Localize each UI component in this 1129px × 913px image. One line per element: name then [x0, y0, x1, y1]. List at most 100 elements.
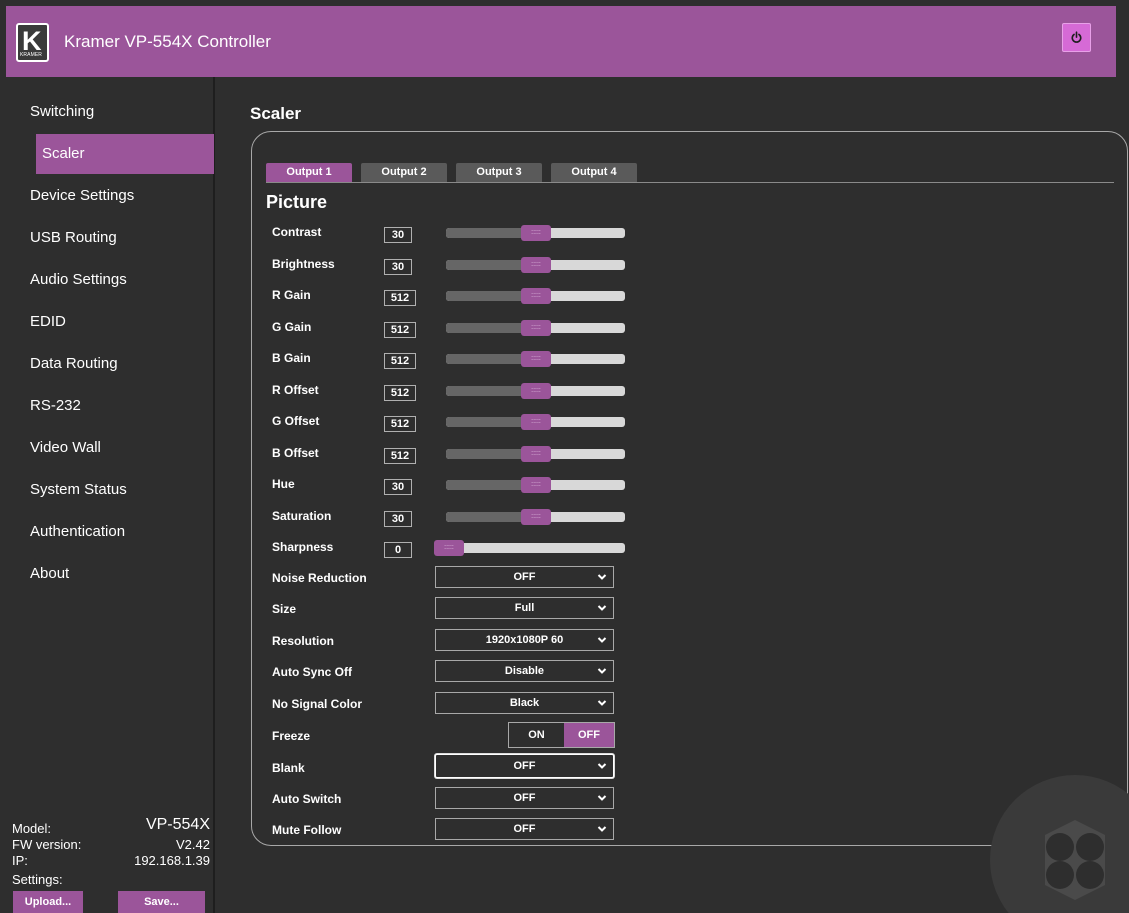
noise-reduction-select[interactable]: OFF — [435, 566, 614, 588]
size-value: Full — [514, 602, 535, 614]
size-select[interactable]: Full — [435, 597, 614, 619]
sidebar-item-scaler[interactable]: Scaler — [36, 134, 214, 174]
ip-label: IP: — [12, 853, 28, 868]
gamepad-watermark-icon — [990, 775, 1129, 913]
r-gain-slider[interactable]: ::::: — [446, 288, 625, 304]
r-offset-slider[interactable]: ::::: — [446, 382, 625, 399]
r-offset-slider-thumb[interactable]: ::::: — [521, 382, 551, 399]
r-gain-label: R Gain — [272, 288, 311, 302]
brightness-slider[interactable]: ::::: — [446, 256, 625, 273]
r-gain-slider-thumb[interactable]: ::::: — [521, 288, 551, 304]
g-offset-slider[interactable]: ::::: — [446, 414, 625, 430]
size-label: Size — [272, 602, 297, 616]
brightness-slider-thumb[interactable]: ::::: — [521, 256, 551, 273]
mute-follow-label: Mute Follow — [272, 823, 342, 837]
sidebar-item-label: Authentication — [30, 523, 126, 540]
tab-output-4[interactable]: Output 4 — [551, 163, 637, 182]
hue-value-input[interactable]: 30 — [384, 479, 412, 495]
no-signal-color-select[interactable]: Black — [435, 692, 614, 714]
hue-slider-thumb[interactable]: ::::: — [521, 477, 551, 493]
chevron-down-icon — [597, 605, 607, 611]
b-offset-slider-thumb[interactable]: ::::: — [521, 445, 551, 462]
resolution-select[interactable]: 1920x1080P 60 — [435, 629, 614, 651]
g-offset-value-input[interactable]: 512 — [384, 416, 416, 432]
contrast-label: Contrast — [272, 225, 322, 239]
sidebar-item-label: EDID — [30, 313, 66, 330]
b-offset-label: B Offset — [272, 445, 319, 460]
app-title: Kramer VP-554X Controller — [64, 32, 271, 51]
chevron-down-icon — [597, 574, 607, 580]
sidebar-item-audio-settings[interactable]: Audio Settings — [30, 260, 208, 300]
hue-label: Hue — [272, 477, 295, 491]
no-signal-color-label: No Signal Color — [272, 697, 362, 711]
sidebar-item-label: Scaler — [42, 145, 85, 162]
sidebar-item-usb-routing[interactable]: USB Routing — [30, 218, 208, 258]
contrast-value-input[interactable]: 30 — [384, 227, 412, 243]
sidebar-item-edid[interactable]: EDID — [30, 302, 208, 342]
g-gain-slider[interactable]: ::::: — [446, 319, 625, 336]
tab-output-3[interactable]: Output 3 — [456, 163, 542, 182]
sidebar-item-label: Device Settings — [30, 187, 135, 204]
sidebar-item-rs-232[interactable]: RS-232 — [30, 386, 208, 426]
b-gain-slider[interactable]: ::::: — [446, 351, 625, 367]
chevron-down-icon — [597, 668, 607, 674]
b-gain-slider-thumb[interactable]: ::::: — [521, 351, 551, 367]
saturation-slider-thumb[interactable]: ::::: — [521, 508, 551, 525]
sharpness-value-input[interactable]: 0 — [384, 542, 412, 558]
contrast-slider-thumb[interactable]: ::::: — [521, 225, 551, 241]
g-offset-slider-thumb[interactable]: ::::: — [521, 414, 551, 430]
blank-select[interactable]: OFF — [435, 754, 614, 778]
auto-switch-select[interactable]: OFF — [435, 787, 614, 809]
sharpness-slider[interactable]: ::::: — [434, 540, 625, 556]
tab-output-2[interactable]: Output 2 — [361, 163, 447, 182]
auto-sync-off-value: Disable — [504, 665, 545, 677]
auto-sync-off-select[interactable]: Disable — [435, 660, 614, 682]
r-offset-label: R Offset — [272, 382, 319, 397]
brightness-value-input[interactable]: 30 — [384, 258, 412, 275]
g-offset-label: G Offset — [272, 414, 320, 428]
sidebar-item-system-status[interactable]: System Status — [30, 470, 208, 510]
b-offset-value-input[interactable]: 512 — [384, 447, 416, 464]
saturation-slider[interactable]: ::::: — [446, 508, 625, 525]
sidebar-item-video-wall[interactable]: Video Wall — [30, 428, 208, 468]
sidebar-item-data-routing[interactable]: Data Routing — [30, 344, 208, 384]
blank-label: Blank — [272, 761, 305, 775]
resolution-value: 1920x1080P 60 — [485, 634, 564, 646]
mute-follow-select[interactable]: OFF — [435, 818, 614, 840]
freeze-label: Freeze — [272, 729, 311, 743]
b-gain-value-input[interactable]: 512 — [384, 353, 416, 369]
freeze-on-button[interactable]: ON — [509, 723, 564, 747]
freeze-off-button[interactable]: OFF — [564, 723, 614, 747]
page-title: Scaler — [250, 104, 302, 123]
no-signal-color-value: Black — [509, 697, 540, 709]
sharpness-slider-thumb[interactable]: ::::: — [434, 540, 464, 556]
power-button[interactable] — [1062, 23, 1091, 52]
g-gain-slider-thumb[interactable]: ::::: — [521, 319, 551, 336]
auto-sync-off-label: Auto Sync Off — [272, 665, 352, 679]
g-gain-label: G Gain — [272, 319, 312, 334]
sidebar-item-device-settings[interactable]: Device Settings — [30, 176, 208, 216]
tab-output-1[interactable]: Output 1 — [266, 163, 352, 182]
chevron-down-icon — [597, 700, 607, 706]
save-button[interactable]: Save... — [118, 891, 205, 913]
b-offset-slider[interactable]: ::::: — [446, 445, 625, 462]
sidebar-item-authentication[interactable]: Authentication — [30, 512, 208, 552]
g-gain-value-input[interactable]: 512 — [384, 321, 416, 338]
hue-slider[interactable]: ::::: — [446, 477, 625, 493]
contrast-slider[interactable]: ::::: — [446, 225, 625, 241]
sidebar-item-label: USB Routing — [30, 229, 117, 246]
sidebar-item-about[interactable]: About — [30, 554, 208, 594]
upload-button[interactable]: Upload... — [13, 891, 83, 913]
saturation-value-input[interactable]: 30 — [384, 510, 412, 527]
freeze-toggle[interactable]: ON OFF — [508, 722, 615, 748]
r-gain-value-input[interactable]: 512 — [384, 290, 416, 306]
r-offset-value-input[interactable]: 512 — [384, 384, 416, 401]
auto-switch-value: OFF — [513, 792, 536, 804]
chevron-down-icon — [597, 763, 607, 769]
resolution-label: Resolution — [272, 634, 334, 648]
noise-reduction-label: Noise Reduction — [272, 571, 367, 585]
model-label: Model: — [12, 821, 52, 836]
sidebar-item-switching[interactable]: Switching — [30, 92, 208, 132]
sidebar-item-label: Video Wall — [30, 439, 101, 456]
chevron-down-icon — [597, 795, 607, 801]
